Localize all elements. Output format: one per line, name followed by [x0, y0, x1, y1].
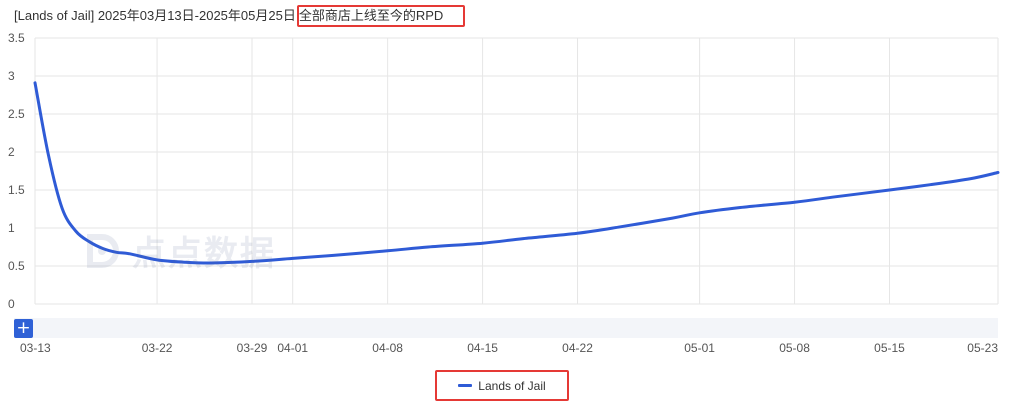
- data-point[interactable]: [181, 259, 187, 265]
- legend[interactable]: Lands of Jail: [435, 370, 569, 401]
- data-point[interactable]: [697, 210, 703, 216]
- series-layer: [32, 80, 1001, 266]
- data-point[interactable]: [154, 257, 160, 263]
- legend-label: Lands of Jail: [478, 378, 546, 393]
- data-point[interactable]: [968, 176, 974, 182]
- data-point[interactable]: [792, 199, 798, 205]
- x-tick-label: 04-15: [467, 341, 498, 355]
- data-point[interactable]: [480, 240, 486, 246]
- grid: [34, 37, 999, 305]
- navigator-track[interactable]: [14, 318, 998, 338]
- data-point[interactable]: [32, 80, 38, 86]
- y-tick-label: 2: [8, 145, 15, 159]
- y-tick-label: 1.5: [8, 183, 25, 197]
- data-point[interactable]: [425, 244, 431, 250]
- line-chart: 0 0.5 1 1.5 2 2.5 3 3.5 03-13 03-22 03-29 04-01 04-…: [8, 31, 1001, 355]
- y-tick-label: 0.5: [8, 259, 25, 273]
- x-tick-label: 04-01: [277, 341, 308, 355]
- y-tick-label: 1: [8, 221, 15, 235]
- data-point[interactable]: [995, 170, 1001, 176]
- x-tick-label: 05-01: [684, 341, 715, 355]
- x-tick-label: 03-13: [20, 341, 51, 355]
- y-axis: 0 0.5 1 1.5 2 2.5 3 3.5: [8, 31, 25, 311]
- data-point[interactable]: [249, 258, 255, 264]
- data-point[interactable]: [669, 215, 675, 221]
- data-point[interactable]: [113, 249, 119, 255]
- x-tick-label: 03-22: [142, 341, 173, 355]
- range-navigator[interactable]: [14, 318, 998, 338]
- data-point[interactable]: [737, 204, 743, 210]
- data-point[interactable]: [385, 248, 391, 254]
- data-point[interactable]: [290, 255, 296, 261]
- data-point[interactable]: [59, 205, 65, 211]
- x-tick-label: 05-15: [874, 341, 905, 355]
- y-tick-label: 2.5: [8, 107, 25, 121]
- y-tick-label: 3.5: [8, 31, 25, 45]
- x-axis: 03-13 03-22 03-29 04-01 04-08 04-15 04-22 05-01…: [20, 341, 998, 355]
- y-tick-label: 0: [8, 297, 15, 311]
- data-point[interactable]: [100, 246, 106, 252]
- data-point[interactable]: [127, 251, 133, 257]
- legend-swatch-icon: [458, 384, 473, 387]
- data-point[interactable]: [927, 182, 933, 188]
- data-point[interactable]: [575, 230, 581, 236]
- data-point[interactable]: [73, 228, 79, 234]
- data-point[interactable]: [520, 236, 526, 242]
- data-point[interactable]: [330, 252, 336, 258]
- data-point[interactable]: [615, 224, 621, 230]
- zoom-in-button[interactable]: +: [14, 319, 33, 338]
- data-point[interactable]: [46, 153, 52, 159]
- x-tick-label: 04-08: [372, 341, 403, 355]
- y-tick-label: 3: [8, 69, 15, 83]
- data-point[interactable]: [832, 194, 838, 200]
- x-tick-label: 05-23: [967, 341, 998, 355]
- x-tick-label: 05-08: [779, 341, 810, 355]
- data-point[interactable]: [86, 239, 92, 245]
- series-line-lands-of-jail[interactable]: [33, 81, 1000, 265]
- x-tick-label: 04-22: [562, 341, 593, 355]
- data-point[interactable]: [886, 187, 892, 193]
- x-tick-label: 03-29: [237, 341, 268, 355]
- data-point[interactable]: [208, 260, 214, 266]
